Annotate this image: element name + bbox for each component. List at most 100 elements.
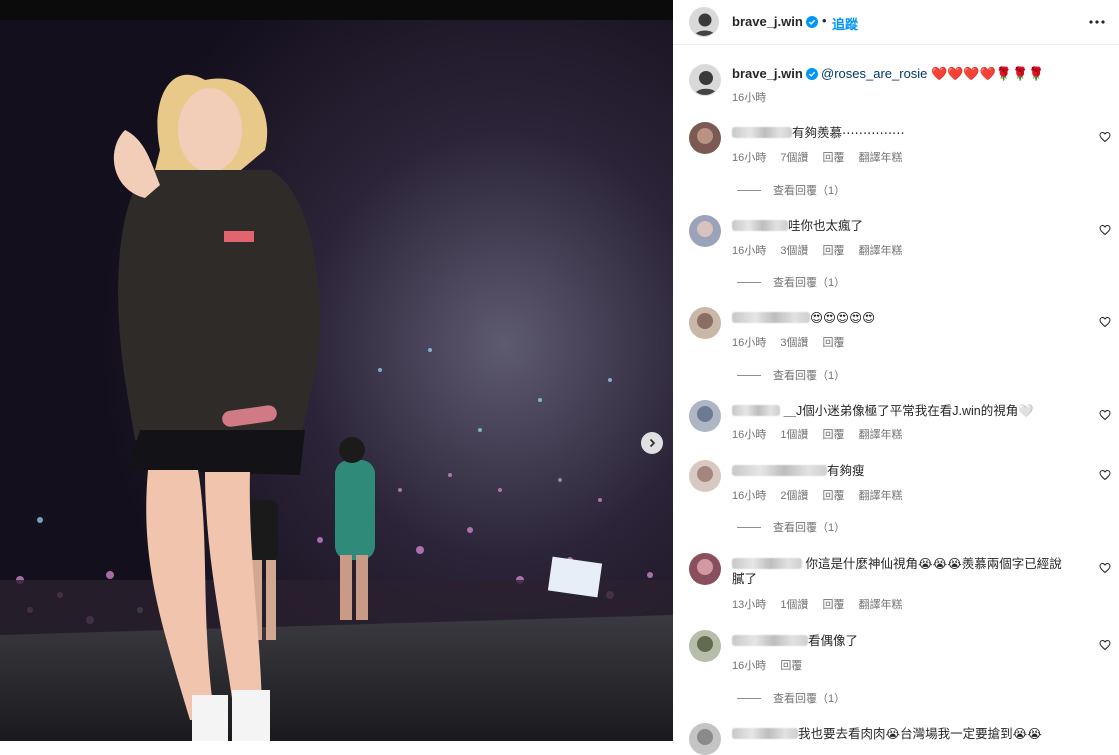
caption-username[interactable]: brave_j.win — [732, 66, 819, 81]
translate-button[interactable]: 翻譯年糕 — [859, 429, 903, 441]
comment-avatar[interactable] — [689, 553, 721, 585]
reply-button[interactable]: 回覆 — [823, 152, 845, 164]
translate-button[interactable]: 翻譯年糕 — [859, 490, 903, 502]
like-heart-icon[interactable] — [1099, 316, 1111, 328]
comment-meta: 16小時 7個讚 回覆 翻譯年糕 — [732, 149, 914, 165]
like-heart-icon[interactable] — [1099, 224, 1111, 236]
like-heart-icon[interactable] — [1099, 639, 1111, 651]
comment-meta: 16小時 3個讚 回覆 翻譯年糕 — [732, 242, 914, 258]
view-replies[interactable]: 查看回覆（1） — [737, 182, 845, 198]
comment-likes[interactable]: 1個讚 — [780, 599, 808, 611]
comment-text: ＿J個小迷弟像極了平常我在看J.win的視角🤍 — [732, 404, 1082, 419]
concert-photo — [0, 20, 673, 741]
comment-body: ＿J個小迷弟像極了平常我在看J.win的視角🤍 — [783, 404, 1034, 418]
next-image-button[interactable] — [641, 432, 663, 454]
blurred-username[interactable] — [732, 405, 780, 416]
blurred-username[interactable] — [732, 558, 802, 569]
reply-button[interactable]: 回覆 — [823, 490, 845, 502]
comment-text: 我也要去看肉肉😭台灣場我一定要搶到😭😭 — [732, 727, 1082, 742]
verified-badge-icon — [806, 68, 819, 80]
blurred-avatar — [689, 460, 721, 492]
comment-body: 看偶像了 — [808, 634, 859, 648]
comment-time[interactable]: 13小時 — [732, 599, 766, 611]
blurred-avatar — [689, 307, 721, 339]
comment-likes[interactable]: 3個讚 — [780, 337, 808, 349]
author-username[interactable]: brave_j.win — [732, 14, 819, 29]
view-replies[interactable]: 查看回覆（1） — [737, 367, 845, 383]
comment-text: 😍😍😍😍😍 — [732, 311, 1082, 326]
comment-likes[interactable]: 7個讚 — [780, 152, 808, 164]
comment-text: 哇你也太瘋了 — [732, 219, 1082, 234]
blurred-avatar — [689, 400, 721, 432]
author-avatar[interactable] — [689, 7, 719, 37]
comment-time[interactable]: 16小時 — [732, 337, 766, 349]
like-heart-icon[interactable] — [1099, 562, 1111, 574]
blurred-avatar — [689, 630, 721, 662]
view-replies[interactable]: 查看回覆（1） — [737, 274, 845, 290]
comment-avatar[interactable] — [689, 215, 721, 247]
comment-text: 你這是什麼神仙視角😭😭😭羨慕兩個字已經說膩了 — [732, 557, 1072, 587]
view-replies-label[interactable]: 查看回覆（1） — [773, 522, 845, 534]
blurred-username[interactable] — [732, 728, 798, 739]
avatar-photo — [690, 65, 720, 95]
separator-dot: • — [822, 13, 827, 28]
caption-username-text[interactable]: brave_j.win — [732, 66, 803, 81]
media-top-bar — [0, 0, 673, 20]
translate-button[interactable]: 翻譯年糕 — [859, 152, 903, 164]
view-replies-label[interactable]: 查看回覆（1） — [773, 693, 845, 705]
comment-time[interactable]: 16小時 — [732, 152, 766, 164]
reply-button[interactable]: 回覆 — [823, 245, 845, 257]
comment-body: 😍😍😍😍😍 — [810, 311, 876, 325]
translate-button[interactable]: 翻譯年糕 — [859, 599, 903, 611]
caption-timestamp[interactable]: 16小時 — [732, 89, 766, 105]
comment-meta: 16小時 2個讚 回覆 翻譯年糕 — [732, 487, 914, 503]
comment-avatar[interactable] — [689, 460, 721, 492]
comment-body: 我也要去看肉肉😭台灣場我一定要搶到😭😭 — [798, 727, 1042, 741]
reply-button[interactable]: 回覆 — [823, 599, 845, 611]
comment-text: 有夠羨慕⋯⋯⋯⋯⋯ — [732, 126, 1082, 141]
view-replies[interactable]: 查看回覆（1） — [737, 690, 845, 706]
follow-button[interactable]: 追蹤 — [832, 14, 858, 33]
comment-time[interactable]: 16小時 — [732, 660, 766, 672]
chevron-right-icon — [649, 438, 656, 448]
like-heart-icon[interactable] — [1099, 131, 1111, 143]
replies-line — [737, 282, 761, 283]
more-options-icon[interactable] — [1087, 12, 1107, 32]
like-heart-icon[interactable] — [1099, 409, 1111, 421]
blurred-username[interactable] — [732, 220, 788, 231]
replies-line — [737, 190, 761, 191]
blurred-avatar — [689, 723, 721, 755]
reply-button[interactable]: 回覆 — [823, 429, 845, 441]
comment-time[interactable]: 16小時 — [732, 245, 766, 257]
author-username-text[interactable]: brave_j.win — [732, 14, 803, 29]
post-media — [0, 0, 673, 741]
comment-avatar[interactable] — [689, 400, 721, 432]
view-replies-label[interactable]: 查看回覆（1） — [773, 277, 845, 289]
caption-author-avatar[interactable] — [689, 64, 721, 96]
translate-button[interactable]: 翻譯年糕 — [859, 245, 903, 257]
blurred-username[interactable] — [732, 465, 827, 476]
comment-time[interactable]: 16小時 — [732, 490, 766, 502]
comment-avatar[interactable] — [689, 723, 721, 755]
view-replies-label[interactable]: 查看回覆（1） — [773, 185, 845, 197]
view-replies[interactable]: 查看回覆（1） — [737, 519, 845, 535]
view-replies-label[interactable]: 查看回覆（1） — [773, 370, 845, 382]
comment-meta: 13小時 1個讚 回覆 翻譯年糕 — [732, 596, 914, 612]
reply-button[interactable]: 回覆 — [780, 660, 802, 672]
comment-avatar[interactable] — [689, 122, 721, 154]
blurred-avatar — [689, 215, 721, 247]
comment-body: 有夠羨慕⋯⋯⋯⋯⋯ — [792, 126, 905, 140]
reply-button[interactable]: 回覆 — [823, 337, 845, 349]
like-heart-icon[interactable] — [1099, 469, 1111, 481]
comment-likes[interactable]: 1個讚 — [780, 429, 808, 441]
blurred-username[interactable] — [732, 127, 792, 138]
avatar-photo — [690, 8, 718, 36]
comment-avatar[interactable] — [689, 307, 721, 339]
blurred-username[interactable] — [732, 635, 808, 646]
comment-avatar[interactable] — [689, 630, 721, 662]
comment-likes[interactable]: 2個讚 — [780, 490, 808, 502]
comment-likes[interactable]: 3個讚 — [780, 245, 808, 257]
comment-time[interactable]: 16小時 — [732, 429, 766, 441]
caption-mention[interactable]: @roses_are_rosie — [821, 66, 927, 81]
blurred-username[interactable] — [732, 312, 810, 323]
